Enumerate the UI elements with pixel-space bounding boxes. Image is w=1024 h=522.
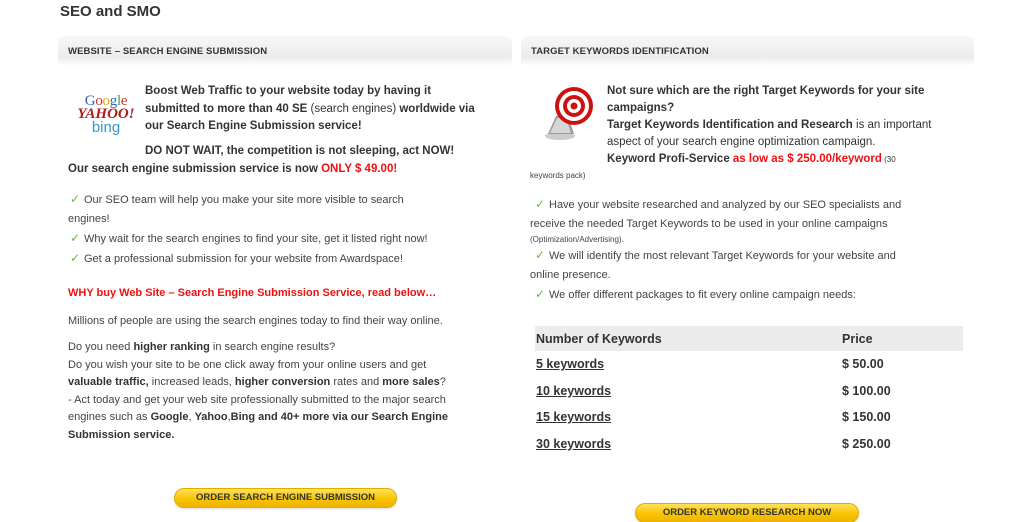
keywords-benefits-list: ✓ Have your website researched and analyz… [530, 195, 965, 305]
list-item: ✓ We offer different packages to fit ever… [535, 285, 965, 305]
keyword-package-link[interactable]: 15 keywords [536, 410, 611, 424]
checkmark-icon: ✓ [70, 231, 81, 245]
intro-line-2: submitted to more than 40 SE (search eng… [145, 102, 475, 115]
list-item: ✓ Have your website researched and analyz… [535, 195, 965, 215]
keyword-package-link[interactable]: 30 keywords [536, 437, 611, 451]
list-item-continuation: engines! [68, 213, 110, 225]
millions-text: Millions of people are using the search … [68, 315, 443, 327]
panel-header-submission: WEBSITE – SEARCH ENGINE SUBMISSION [58, 36, 512, 66]
table-row: 5 keywords $ 50.00 [535, 351, 963, 378]
checkmark-icon: ✓ [70, 192, 81, 206]
list-item: ✓ We will identify the most relevant Targ… [535, 246, 965, 266]
why-buy-heading: WHY buy Web Site – Search Engine Submiss… [68, 287, 437, 299]
submission-intro: Boost Web Traffic to your website today … [145, 83, 505, 136]
checkmark-icon: ✓ [535, 287, 546, 301]
table-row: 30 keywords $ 250.00 [535, 431, 963, 458]
table-row: 15 keywords $ 150.00 [535, 404, 963, 431]
search-engine-logos: Google YAHOO! bing [75, 94, 137, 136]
keywords-pack-note: keywords pack) [530, 171, 586, 180]
checkmark-icon: ✓ [70, 251, 81, 265]
keyword-pricing-table: Number of Keywords Price 5 keywords $ 50… [535, 326, 963, 457]
keywords-intro: Not sure which are the right Target Keyw… [607, 85, 932, 165]
intro-line-1: Boost Web Traffic to your website today … [145, 85, 432, 97]
column-header-price: Price [842, 326, 963, 351]
package-price: $ 250.00 [842, 436, 891, 451]
order-keyword-research-button[interactable]: ORDER KEYWORD RESEARCH NOW [635, 503, 859, 522]
table-row: 10 keywords $ 100.00 [535, 378, 963, 405]
table-header-row: Number of Keywords Price [535, 326, 963, 351]
bing-logo: bing [91, 119, 121, 136]
checkmark-icon: ✓ [535, 197, 546, 211]
keyword-package-link[interactable]: 10 keywords [536, 384, 611, 398]
list-item: ✓ Our SEO team will help you make your si… [70, 190, 510, 210]
column-header-keywords: Number of Keywords [535, 326, 842, 351]
target-icon [538, 82, 600, 144]
intro-line-3: our Search Engine Submission service! [145, 120, 362, 132]
list-item: ✓ Why wait for the search engines to find… [70, 229, 510, 249]
list-item: ✓ Get a professional submission for your … [70, 249, 510, 269]
keyword-package-link[interactable]: 5 keywords [536, 357, 604, 371]
package-price: $ 150.00 [842, 410, 891, 425]
submission-benefits-list: ✓ Our SEO team will help you make your si… [68, 190, 510, 269]
panel-header-keywords: TARGET KEYWORDS IDENTIFICATION [521, 36, 974, 66]
package-price: $ 50.00 [842, 357, 884, 372]
page-title: SEO and SMO [60, 3, 161, 20]
submission-description: Do you need higher ranking in search eng… [68, 341, 448, 441]
price-value: ONLY $ 49.00! [321, 163, 398, 175]
package-price: $ 100.00 [842, 383, 891, 398]
order-search-engine-submission-button[interactable]: ORDER SEARCH ENGINE SUBMISSION [174, 488, 397, 508]
dont-wait-text: DO NOT WAIT, the competition is not slee… [145, 145, 455, 157]
price-line: Our search engine submission service is … [68, 163, 398, 175]
checkmark-icon: ✓ [535, 248, 546, 262]
